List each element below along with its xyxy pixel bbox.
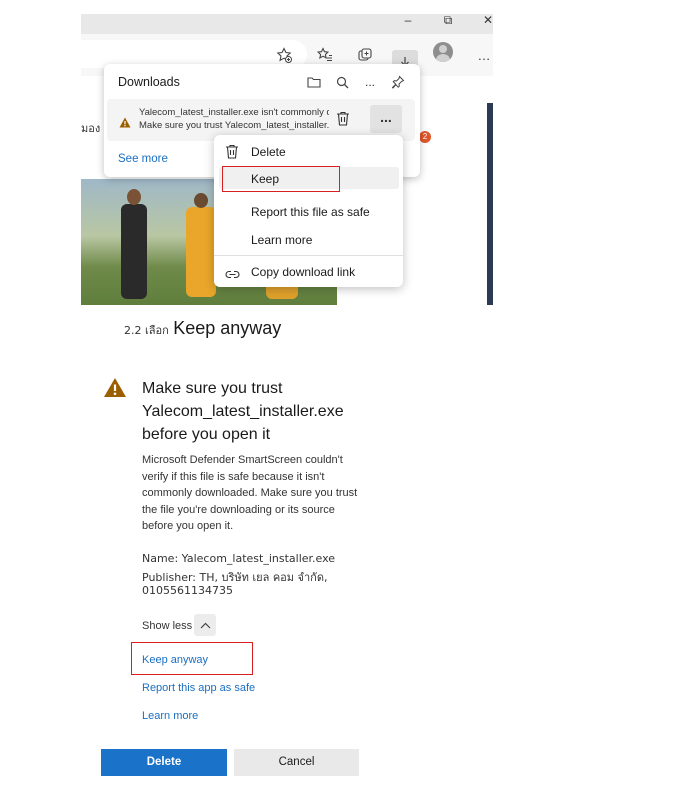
- search-icon[interactable]: [332, 72, 352, 92]
- warning-icon: [119, 115, 131, 133]
- file-name-line: Name: Yalecom_latest_installer.exe: [142, 552, 336, 565]
- minimize-button[interactable]: –: [393, 14, 423, 28]
- keep-anyway-highlight-box: [131, 642, 253, 675]
- publisher-id-line: 0105561134735: [142, 584, 233, 597]
- menu-divider: [214, 255, 403, 256]
- menu-item-report-safe[interactable]: Report this file as safe: [251, 205, 370, 219]
- dialog-title: Make sure you trust Yalecom_latest_insta…: [142, 377, 367, 446]
- download-status-line2: Make sure you trust Yalecom_latest_insta…: [139, 120, 329, 131]
- dialog-description: Microsoft Defender SmartScreen couldn't …: [142, 454, 358, 532]
- download-context-menu: Delete Keep Report this file as safe Lea…: [214, 135, 403, 287]
- step-action: Keep anyway: [173, 318, 282, 338]
- collections-icon[interactable]: [354, 44, 376, 66]
- see-more-link[interactable]: See more: [118, 153, 168, 165]
- page-text-fragment: มอง: [81, 122, 101, 135]
- chevron-up-icon[interactable]: [194, 614, 216, 636]
- menu-item-copy-link[interactable]: Copy download link: [251, 265, 355, 279]
- trash-icon: [225, 144, 239, 164]
- notification-badge: 2: [419, 131, 431, 143]
- delete-button[interactable]: Delete: [101, 749, 227, 776]
- keep-highlight-box: [222, 166, 340, 192]
- profile-avatar[interactable]: [433, 42, 453, 62]
- smartscreen-dialog: Make sure you trust Yalecom_latest_insta…: [95, 368, 375, 788]
- menu-item-delete[interactable]: Delete: [251, 145, 286, 159]
- side-image: [487, 103, 493, 305]
- cancel-button[interactable]: Cancel: [234, 749, 359, 776]
- settings-more-icon[interactable]: …: [473, 44, 493, 66]
- title-line-3: before you open it: [142, 426, 271, 443]
- report-app-safe-link[interactable]: Report this app as safe: [142, 682, 255, 694]
- download-more-actions-button[interactable]: ...: [370, 105, 402, 133]
- browser-screenshot: – ⧉ ✕ … มอง 2 Downloads ... Yalecom_late…: [81, 14, 493, 305]
- downloads-more-icon[interactable]: ...: [360, 72, 380, 92]
- add-favorite-icon[interactable]: [273, 44, 295, 66]
- link-icon: [225, 266, 240, 284]
- title-line-2: Yalecom_latest_installer.exe: [142, 403, 344, 420]
- restore-button[interactable]: ⧉: [433, 14, 463, 28]
- warning-icon: [103, 377, 127, 403]
- open-folder-icon[interactable]: [304, 72, 324, 92]
- downloads-title: Downloads: [118, 75, 180, 89]
- show-less-label[interactable]: Show less: [142, 620, 192, 632]
- title-line-1: Make sure you trust: [142, 380, 283, 397]
- title-bar: – ⧉ ✕: [81, 14, 493, 34]
- delete-download-icon[interactable]: [336, 111, 350, 131]
- learn-more-link[interactable]: Learn more: [142, 710, 198, 722]
- close-window-button[interactable]: ✕: [473, 14, 493, 28]
- download-status-line1: Yalecom_latest_installer.exe isn't commo…: [139, 107, 329, 118]
- menu-item-learn-more[interactable]: Learn more: [251, 233, 312, 247]
- step-label: 2.2 เลือก: [124, 324, 169, 337]
- favorites-icon[interactable]: [314, 44, 336, 66]
- pin-icon[interactable]: [388, 72, 408, 92]
- step-caption: 2.2 เลือก Keep anyway: [124, 318, 281, 339]
